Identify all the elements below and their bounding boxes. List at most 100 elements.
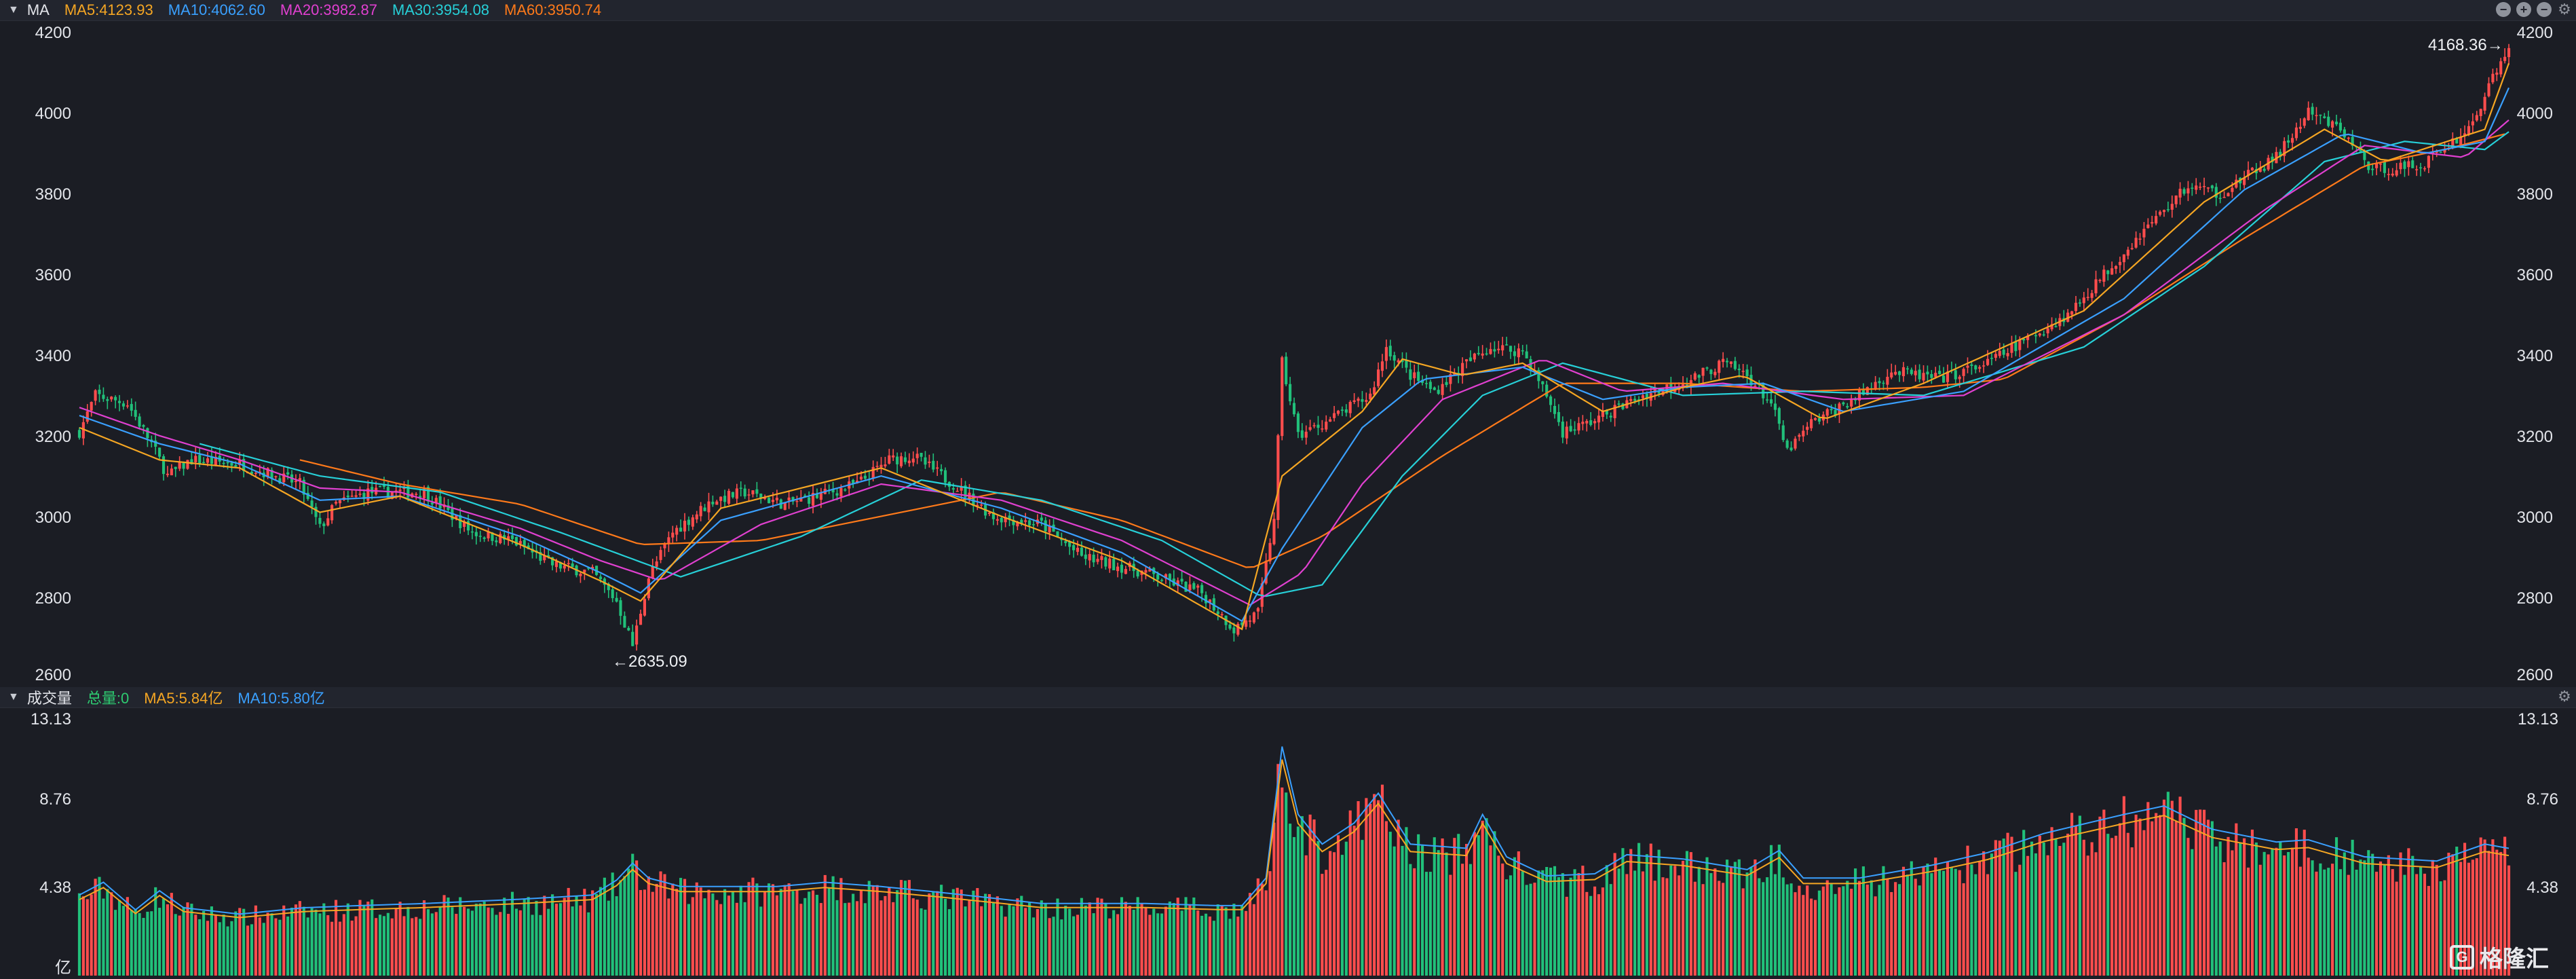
kline-chart[interactable]: 4200 4000 3800 3600 3400 3200 3000 2800 … bbox=[0, 0, 2576, 979]
volume-bar bbox=[844, 903, 847, 976]
volume-bar bbox=[1729, 866, 1733, 976]
price-tick-3400-left: 3400 bbox=[35, 347, 71, 365]
candle-body bbox=[2166, 209, 2170, 210]
volume-bar bbox=[2210, 821, 2214, 976]
volume-bar bbox=[487, 907, 490, 976]
volume-bar bbox=[1557, 877, 1560, 976]
volume-bar bbox=[1441, 838, 1444, 976]
volume-bar bbox=[134, 908, 137, 976]
candle-body bbox=[1489, 349, 1492, 354]
volume-bar bbox=[2271, 849, 2274, 976]
volume-bar bbox=[815, 894, 819, 976]
volume-bar bbox=[1024, 908, 1027, 976]
volume-bar bbox=[695, 882, 698, 976]
candle-body bbox=[1962, 369, 1965, 376]
candle-body bbox=[1497, 348, 1500, 350]
candle-body bbox=[2379, 163, 2383, 165]
candle-body bbox=[1300, 430, 1304, 438]
candle-body bbox=[755, 489, 759, 494]
candle-body bbox=[1709, 369, 1713, 374]
volume-bar bbox=[1489, 845, 1492, 976]
volume-bar bbox=[859, 890, 863, 976]
candle-body bbox=[1789, 447, 1793, 451]
volume-bar bbox=[1365, 798, 1368, 976]
volume-bar bbox=[947, 909, 951, 976]
volume-bar bbox=[920, 908, 923, 976]
volume-bar bbox=[402, 916, 406, 976]
ma-line-ma5 bbox=[79, 62, 2510, 631]
volume-bar bbox=[960, 889, 963, 976]
candle-body bbox=[808, 497, 811, 504]
candle-body bbox=[2287, 140, 2290, 143]
volume-bar bbox=[1260, 883, 1264, 976]
volume-bar bbox=[2327, 868, 2330, 976]
candle-body bbox=[378, 485, 382, 487]
candle-body bbox=[1156, 574, 1160, 580]
candle-body bbox=[703, 507, 706, 511]
candle-body bbox=[663, 544, 666, 549]
volume-bar bbox=[1336, 835, 1340, 976]
candle-body bbox=[2499, 61, 2503, 75]
candle-body bbox=[924, 457, 927, 465]
volume-bar bbox=[591, 890, 594, 976]
candle-body bbox=[110, 396, 113, 400]
price-tick-3200-right: 3200 bbox=[2517, 428, 2553, 446]
volume-bar bbox=[2014, 872, 2018, 976]
candle-body bbox=[314, 506, 318, 517]
volume-bar bbox=[2403, 874, 2406, 976]
volume-bar bbox=[558, 903, 562, 976]
volume-bar bbox=[799, 904, 803, 976]
volume-bar bbox=[2294, 828, 2298, 976]
candle-body bbox=[2407, 161, 2410, 168]
candle-body bbox=[77, 430, 81, 438]
candle-body bbox=[899, 456, 903, 466]
candle-body bbox=[174, 466, 177, 469]
volume-bar bbox=[366, 902, 370, 976]
volume-bar bbox=[594, 893, 599, 976]
moving-average-lines bbox=[79, 62, 2510, 631]
volume-bar bbox=[342, 914, 345, 976]
candle-body bbox=[2082, 297, 2085, 303]
volume-bar bbox=[1188, 905, 1192, 976]
candle-body bbox=[1718, 361, 1721, 373]
candle-body bbox=[619, 600, 622, 616]
candle-body bbox=[1553, 405, 1557, 414]
volume-bar bbox=[1501, 863, 1504, 976]
volume-bar bbox=[1741, 888, 1745, 976]
volume-bar bbox=[1745, 872, 1749, 976]
candle-body bbox=[635, 625, 639, 645]
volume-bar bbox=[1565, 896, 1568, 976]
volume-bar bbox=[2290, 847, 2294, 976]
volume-bar bbox=[1104, 902, 1107, 976]
candle-body bbox=[651, 566, 654, 578]
volume-bar bbox=[723, 889, 727, 976]
volume-bar bbox=[1144, 908, 1148, 976]
candle-body bbox=[1040, 517, 1043, 521]
candle-body bbox=[1405, 361, 1408, 368]
volume-bar bbox=[2235, 823, 2238, 976]
candle-body bbox=[1028, 520, 1031, 525]
candle-body bbox=[1112, 559, 1116, 570]
candle-body bbox=[2146, 224, 2150, 228]
volume-bar bbox=[2118, 823, 2122, 976]
candle-body bbox=[2467, 126, 2471, 134]
volume-bar bbox=[286, 916, 290, 976]
volume-bar bbox=[1464, 844, 1469, 976]
candle-body bbox=[671, 532, 675, 538]
volume-bar bbox=[575, 895, 578, 976]
price-tick-3600-right: 3600 bbox=[2517, 266, 2553, 284]
price-tick-3000-right: 3000 bbox=[2517, 509, 2553, 527]
candle-body bbox=[2014, 341, 2018, 352]
candle-body bbox=[1970, 364, 1973, 366]
candle-body bbox=[1998, 350, 2001, 356]
candle-body bbox=[1196, 585, 1200, 588]
volume-bar bbox=[2062, 843, 2066, 976]
volume-bar bbox=[651, 891, 654, 976]
candle-body bbox=[1384, 347, 1388, 361]
candle-body bbox=[879, 464, 883, 468]
volume-bar bbox=[146, 911, 149, 976]
volume-bar bbox=[1810, 898, 1813, 976]
candle-body bbox=[1901, 367, 1906, 377]
volume-bar bbox=[771, 884, 775, 976]
candle-body bbox=[294, 481, 298, 482]
